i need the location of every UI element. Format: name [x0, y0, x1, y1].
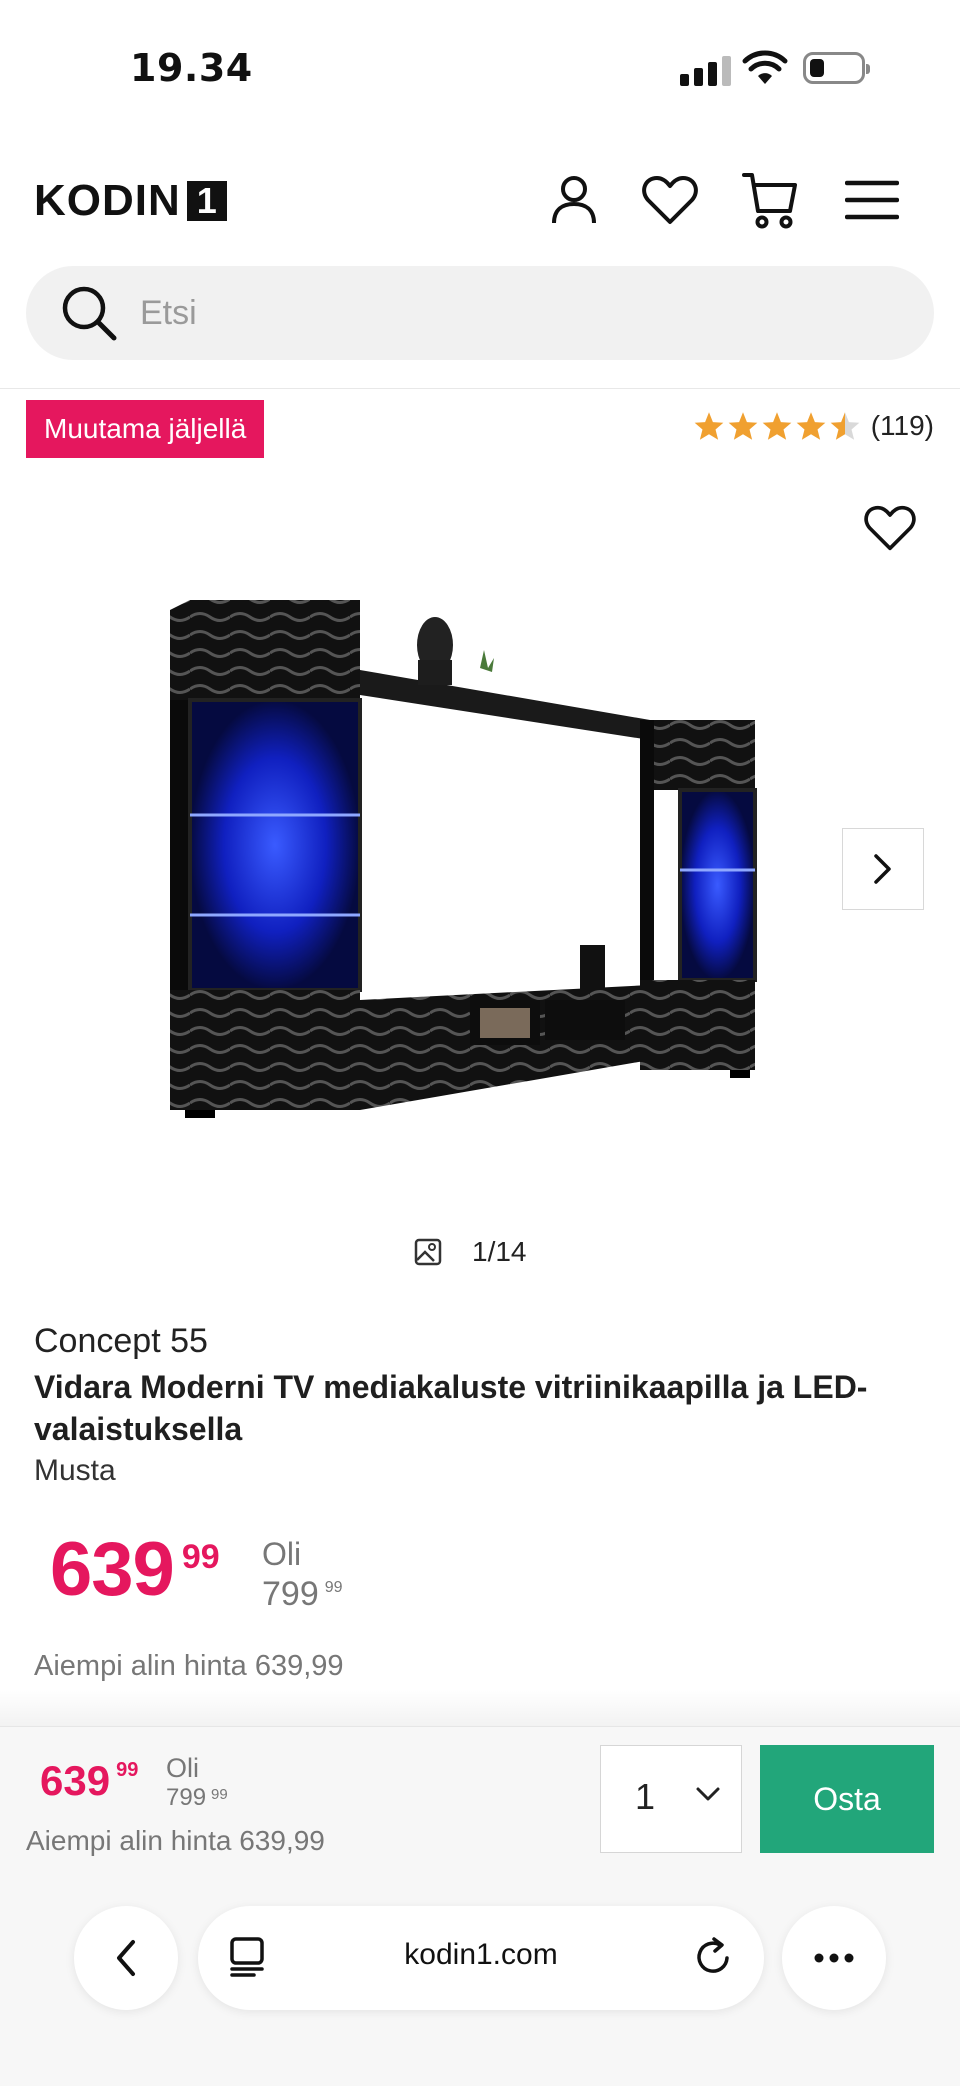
- rating-count: (119): [870, 410, 934, 441]
- next-image-button[interactable]: [842, 828, 924, 910]
- previous-price-label: Oli: [262, 1536, 302, 1572]
- sticky-lowest-price-note: Aiempi alin hinta 639,99: [26, 1825, 325, 1856]
- star-icon: [796, 412, 826, 440]
- gallery-counter-text: 1/14: [472, 1236, 527, 1267]
- cart-button[interactable]: [738, 168, 802, 232]
- hamburger-menu-icon: [845, 180, 899, 220]
- reload-icon[interactable]: [694, 1936, 734, 1978]
- cart-icon: [742, 173, 797, 229]
- star-icon: [762, 412, 792, 440]
- header-divider: [0, 388, 960, 389]
- chevron-left-icon: [117, 1940, 135, 1976]
- battery-icon: [803, 52, 870, 84]
- sticky-previous-price: Oli 799 99: [166, 1753, 228, 1812]
- previous-price-value: 799 99: [262, 1575, 343, 1614]
- status-bar: 19.34: [0, 0, 960, 130]
- logo-text: KODIN: [34, 176, 181, 225]
- browser-url: kodin1.com: [404, 1938, 558, 1971]
- account-button[interactable]: [542, 168, 606, 232]
- price-decimals: 99: [181, 1538, 220, 1576]
- star-icon: [694, 412, 724, 440]
- sticky-price-integer: 639: [40, 1757, 111, 1804]
- logo-number: 1: [186, 181, 227, 221]
- browser-more-button[interactable]: [782, 1906, 886, 2010]
- kodin1-logo[interactable]: KODIN 1: [34, 176, 227, 226]
- previous-price: Oli 799 99: [262, 1536, 343, 1614]
- more-icon: [814, 1953, 854, 1963]
- buy-button[interactable]: Osta: [760, 1745, 934, 1853]
- wifi-icon: [742, 50, 788, 84]
- search-bar[interactable]: [26, 266, 934, 360]
- quantity-value: 1: [635, 1776, 656, 1817]
- chevron-down-icon: [696, 1787, 720, 1801]
- price-integer: 639: [50, 1527, 175, 1612]
- heart-icon: [864, 505, 916, 551]
- chevron-right-icon: [874, 854, 891, 884]
- menu-button[interactable]: [840, 168, 904, 232]
- product-price: 639 99: [50, 1530, 220, 1610]
- cellular-signal-icon: [680, 56, 731, 86]
- add-to-wishlist-button[interactable]: [860, 500, 920, 556]
- rating-stars: [693, 411, 861, 441]
- product-image[interactable]: [150, 590, 800, 1150]
- lowest-price-note: Aiempi alin hinta 639,99: [34, 1650, 344, 1682]
- browser-address-bar[interactable]: kodin1.com: [198, 1906, 764, 2010]
- sticky-price: 639 99: [40, 1757, 138, 1805]
- stock-badge: Muutama jäljellä: [26, 400, 265, 458]
- user-icon: [552, 176, 596, 224]
- product-title: Vidara Moderni TV mediakaluste vitriinik…: [34, 1369, 868, 1447]
- star-icon: [728, 412, 758, 440]
- previous-price-decimals: 99: [324, 1579, 343, 1596]
- half-star-icon: [830, 412, 860, 440]
- sticky-previous-price-value: 799 99: [166, 1784, 228, 1812]
- product-rating[interactable]: (119): [693, 410, 934, 442]
- previous-price-integer: 799: [262, 1575, 319, 1613]
- sticky-bar-shadow: [0, 1690, 960, 1726]
- wishlist-button[interactable]: [638, 168, 702, 232]
- search-icon: [62, 286, 117, 341]
- status-time: 19.34: [130, 46, 253, 90]
- sticky-previous-price-label: Oli: [166, 1753, 199, 1783]
- heart-icon: [642, 176, 698, 224]
- image-icon: [414, 1238, 442, 1266]
- sticky-previous-price-decimals: 99: [211, 1786, 228, 1803]
- sticky-previous-price-integer: 799: [166, 1784, 207, 1811]
- product-variant: Musta: [34, 1454, 116, 1487]
- gallery-counter[interactable]: 1/14: [414, 1236, 527, 1268]
- quantity-select[interactable]: 1: [600, 1745, 742, 1853]
- product-brand[interactable]: Concept 55: [34, 1322, 208, 1361]
- search-input[interactable]: [140, 284, 900, 342]
- browser-back-button[interactable]: [74, 1906, 178, 2010]
- sticky-price-decimals: 99: [116, 1759, 139, 1781]
